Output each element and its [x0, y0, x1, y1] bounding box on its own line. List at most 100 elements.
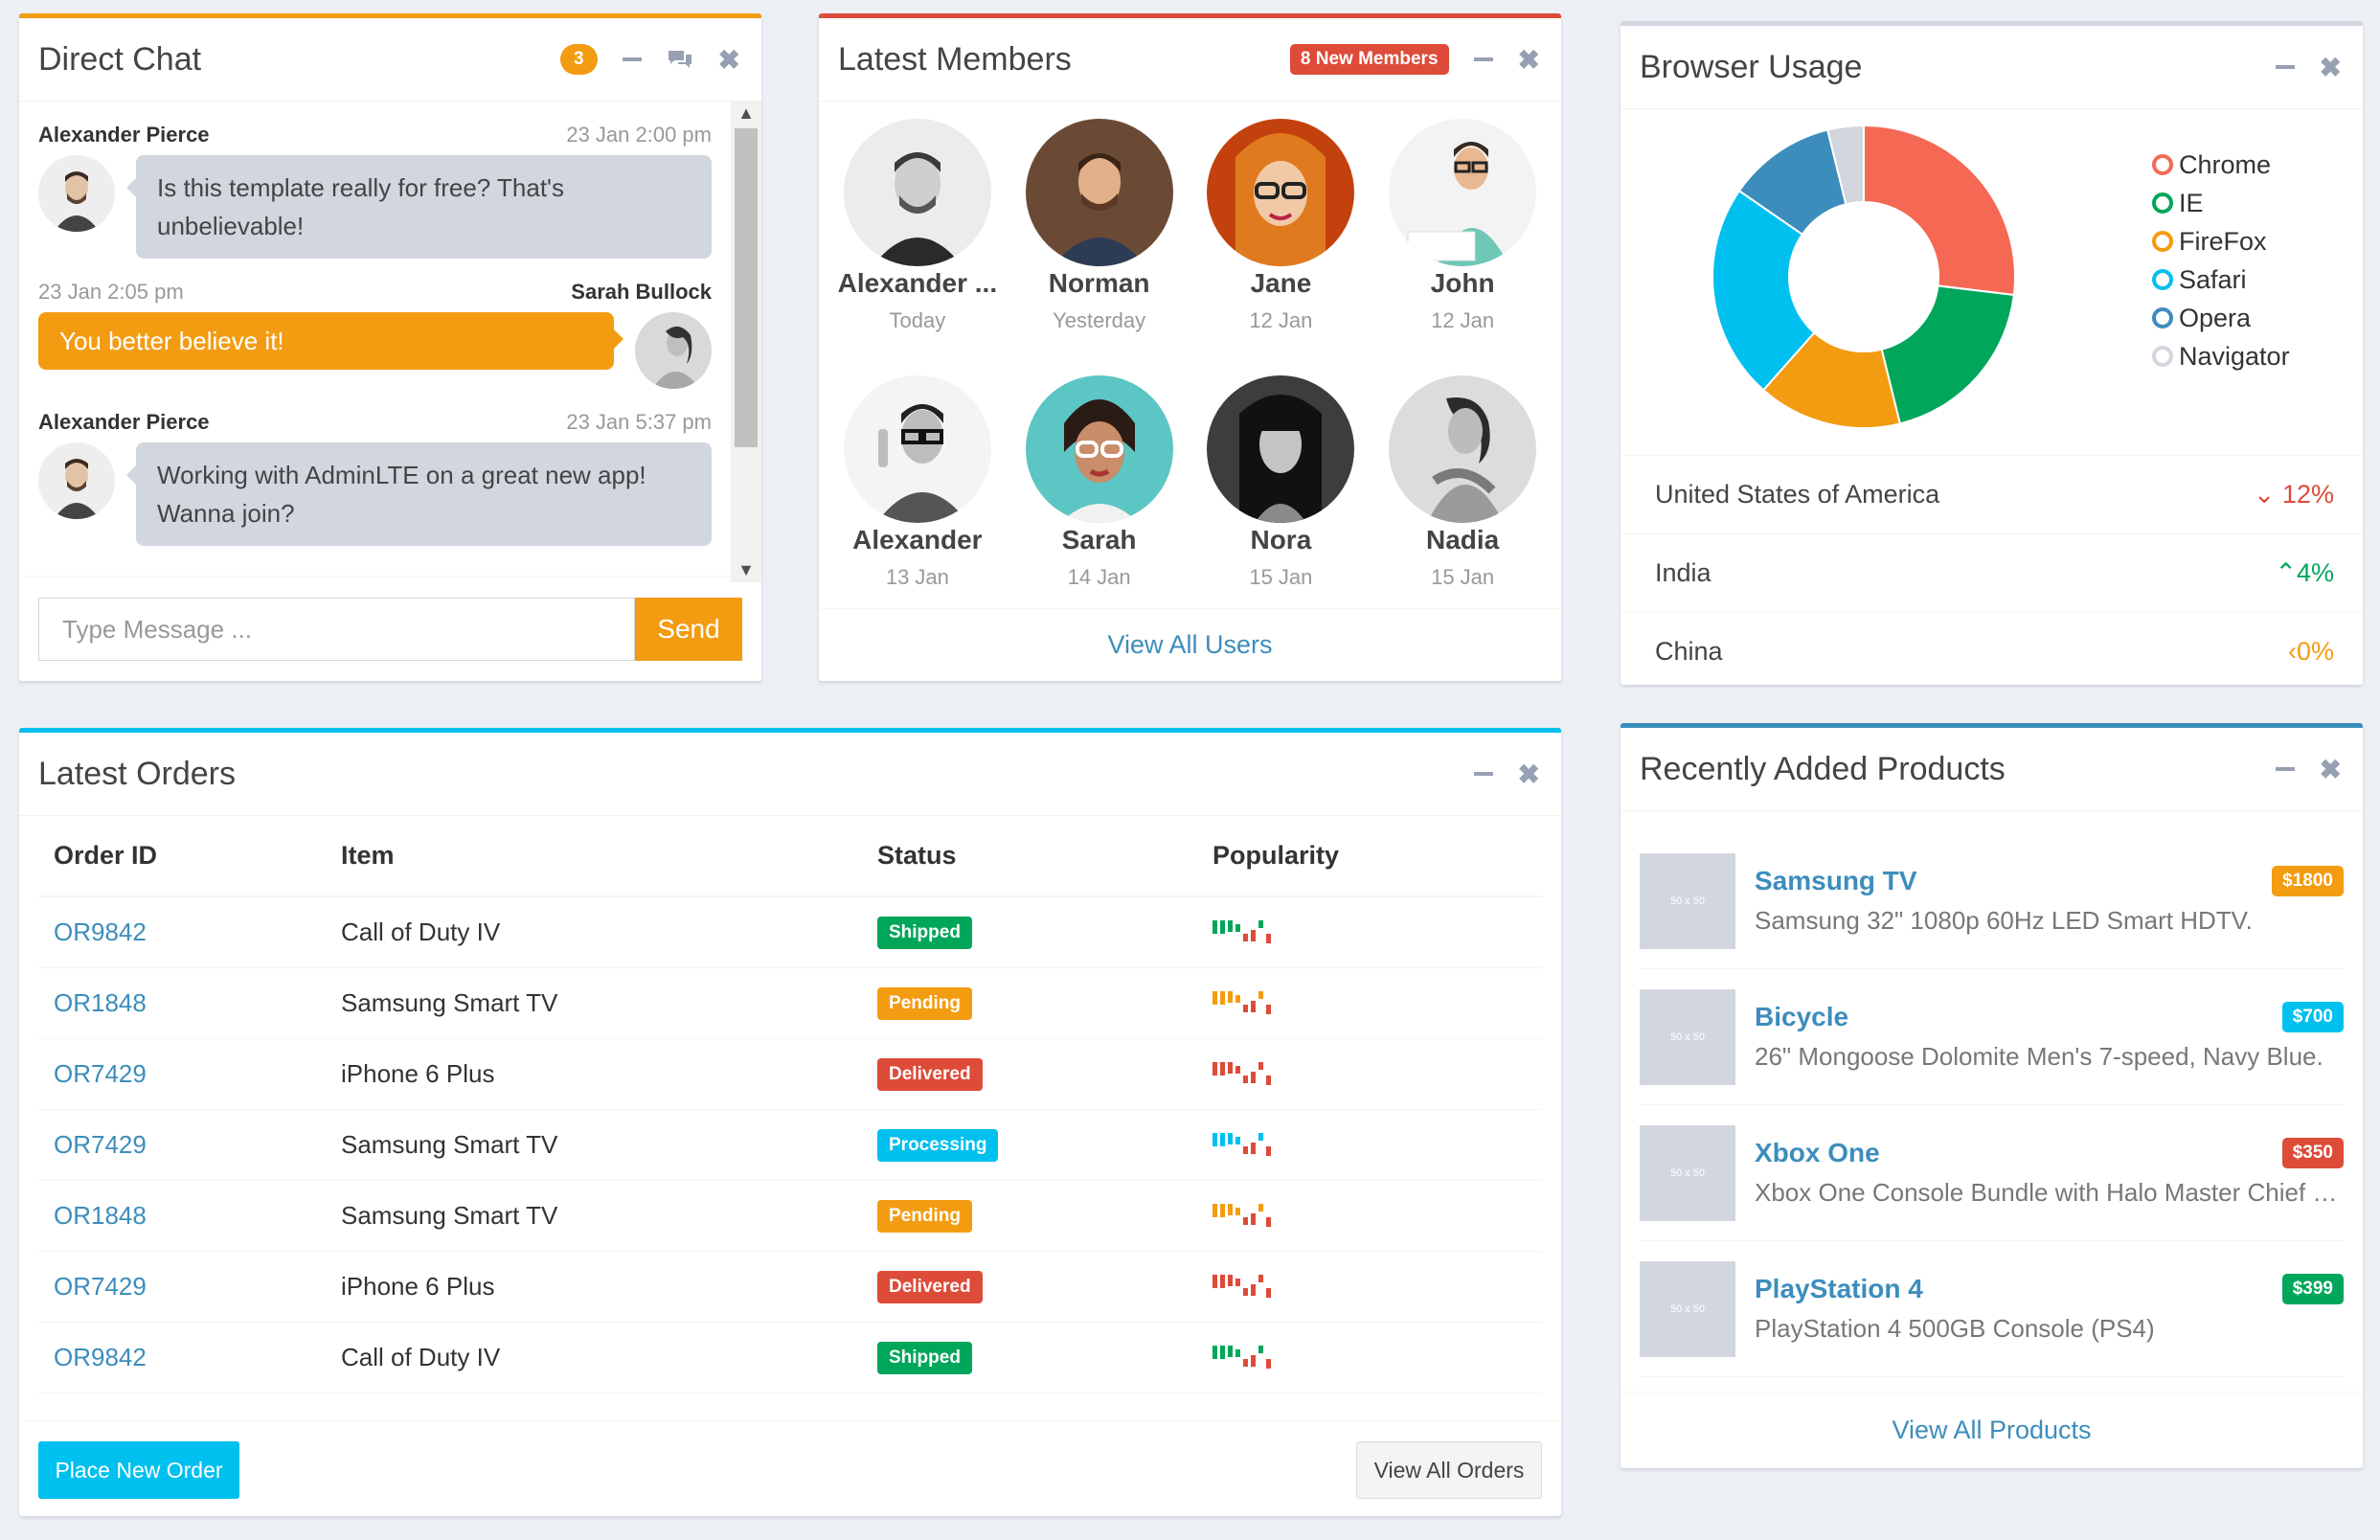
- order-status-cell: Shipped: [862, 1322, 1197, 1393]
- sparkline-bar: [1228, 1133, 1233, 1144]
- member-item[interactable]: Norman Yesterday: [1009, 119, 1190, 375]
- product-thumbnail: 50 x 50: [1640, 852, 1735, 949]
- close-icon[interactable]: ✖: [1518, 759, 1540, 790]
- member-avatar[interactable]: [1025, 375, 1173, 523]
- member-name[interactable]: Nadia: [1371, 525, 1553, 555]
- view-all-users-link[interactable]: View All Users: [1107, 630, 1272, 660]
- close-icon[interactable]: ✖: [718, 44, 740, 76]
- member-item[interactable]: John 12 Jan: [1371, 119, 1553, 375]
- scrollbar-thumb[interactable]: [735, 128, 758, 447]
- member-name[interactable]: Alexander: [827, 525, 1009, 555]
- order-id-link[interactable]: OR9842: [54, 1343, 147, 1371]
- sparkline-bar: [1213, 1133, 1217, 1146]
- legend-label: Chrome: [2179, 149, 2272, 179]
- order-id-link[interactable]: OR1848: [54, 1201, 147, 1230]
- sparkline-bar: [1266, 1005, 1271, 1014]
- member-avatar[interactable]: [1207, 375, 1355, 523]
- status-badge: Delivered: [877, 1271, 983, 1303]
- sparkline-bar: [1220, 1062, 1225, 1076]
- sparkline-bar: [1243, 1146, 1248, 1154]
- member-name[interactable]: Norman: [1009, 268, 1190, 299]
- member-name[interactable]: John: [1371, 268, 1553, 299]
- send-button[interactable]: Send: [635, 598, 742, 661]
- close-icon[interactable]: ✖: [1518, 44, 1540, 76]
- scroll-up-arrow-icon[interactable]: ▲: [731, 103, 761, 124]
- order-id-cell: OR9842: [38, 1322, 326, 1393]
- message-count-badge: 3: [559, 44, 598, 75]
- price-badge: $700: [2281, 1002, 2344, 1032]
- sparkline-bar: [1266, 1288, 1271, 1298]
- sparkline-bar: [1258, 1204, 1263, 1212]
- sparkline-bar: [1266, 1076, 1271, 1085]
- member-date: 15 Jan: [1431, 565, 1495, 589]
- close-icon[interactable]: ✖: [2320, 754, 2342, 785]
- country-row[interactable]: United States of America ⌄ 12%: [1621, 455, 2363, 533]
- status-badge: Processing: [877, 1129, 999, 1162]
- member-avatar[interactable]: [1025, 119, 1173, 266]
- collapse-button[interactable]: [1473, 57, 1493, 61]
- product-item: 50 x 50 Samsung TV $1800 Samsung 32" 1080p …: [1640, 833, 2344, 969]
- country-row[interactable]: India ⌃4%: [1621, 533, 2363, 612]
- order-item-cell: Samsung Smart TV: [326, 967, 862, 1039]
- country-name[interactable]: China: [1655, 637, 1723, 667]
- close-icon[interactable]: ✖: [2320, 52, 2342, 83]
- view-all-orders-button[interactable]: View All Orders: [1356, 1441, 1542, 1499]
- column-header: Status: [862, 816, 1197, 897]
- member-avatar[interactable]: [1389, 119, 1537, 266]
- country-name[interactable]: India: [1655, 558, 1711, 588]
- legend-item-opera: Opera: [2152, 299, 2290, 337]
- product-title-link[interactable]: Xbox One: [1755, 1138, 2344, 1168]
- member-date: 12 Jan: [1249, 308, 1313, 332]
- member-item[interactable]: Nadia 15 Jan: [1371, 375, 1553, 632]
- order-id-cell: OR7429: [38, 1109, 326, 1181]
- order-id-cell: OR9842: [38, 896, 326, 968]
- member-item[interactable]: Alexander ... Today: [827, 119, 1009, 375]
- circle-icon: [2152, 307, 2173, 328]
- browser-usage-title: Browser Usage: [1640, 48, 1863, 85]
- country-name[interactable]: United States of America: [1655, 480, 1939, 510]
- chat-scrollbar[interactable]: ▲ ▼: [731, 102, 761, 582]
- member-item[interactable]: Alexander 13 Jan: [827, 375, 1009, 632]
- order-status-cell: Processing: [862, 1109, 1197, 1181]
- order-id-link[interactable]: OR9842: [54, 917, 147, 946]
- view-all-products-link[interactable]: View All Products: [1892, 1415, 2091, 1445]
- product-title-link[interactable]: PlayStation 4: [1755, 1274, 2344, 1304]
- message-input[interactable]: Type Message ...: [38, 598, 635, 661]
- table-row: OR7429 Samsung Smart TV Processing: [38, 1109, 1542, 1181]
- member-name[interactable]: Jane: [1190, 268, 1372, 299]
- donut-slice-chrome[interactable]: [1863, 124, 2016, 297]
- member-item[interactable]: Jane 12 Jan: [1190, 119, 1372, 375]
- collapse-button[interactable]: [2275, 767, 2295, 771]
- product-title-link[interactable]: Bicycle: [1755, 1002, 2344, 1032]
- member-name[interactable]: Sarah: [1009, 525, 1190, 555]
- collapse-button[interactable]: [1473, 772, 1493, 776]
- order-status-cell: Delivered: [862, 1038, 1197, 1110]
- member-avatar[interactable]: [1207, 119, 1355, 266]
- recent-products-title: Recently Added Products: [1640, 750, 2006, 787]
- order-id-link[interactable]: OR7429: [54, 1130, 147, 1159]
- member-item[interactable]: Sarah 14 Jan: [1009, 375, 1190, 632]
- order-id-link[interactable]: OR7429: [54, 1059, 147, 1088]
- member-avatar[interactable]: [843, 375, 991, 523]
- popularity-sparkline: [1213, 1133, 1271, 1166]
- popularity-cell: [1197, 1038, 1542, 1110]
- country-row[interactable]: China ‹0%: [1621, 612, 2363, 685]
- contacts-toggle-icon[interactable]: [667, 49, 693, 70]
- product-title-link[interactable]: Samsung TV: [1755, 866, 2344, 896]
- table-header-row: Order ID Item Status Popularity: [38, 816, 1542, 897]
- collapse-button[interactable]: [622, 57, 642, 61]
- donut-slice-ie[interactable]: [1880, 284, 2015, 425]
- member-avatar[interactable]: [1389, 375, 1537, 523]
- order-id-link[interactable]: OR1848: [54, 988, 147, 1017]
- member-avatar[interactable]: [843, 119, 991, 266]
- member-name[interactable]: Alexander ...: [827, 268, 1009, 299]
- place-new-order-button[interactable]: Place New Order: [38, 1441, 239, 1499]
- table-row: OR1848 Samsung Smart TV Pending: [38, 1180, 1542, 1252]
- order-status-cell: Shipped: [862, 896, 1197, 968]
- collapse-button[interactable]: [2275, 65, 2295, 69]
- product-item: 50 x 50 Bicycle $700 26" Mongoose Dolomite …: [1640, 969, 2344, 1105]
- member-name[interactable]: Nora: [1190, 525, 1372, 555]
- order-id-link[interactable]: OR7429: [54, 1272, 147, 1301]
- member-item[interactable]: Nora 15 Jan: [1190, 375, 1372, 632]
- price-badge: $350: [2281, 1138, 2344, 1168]
